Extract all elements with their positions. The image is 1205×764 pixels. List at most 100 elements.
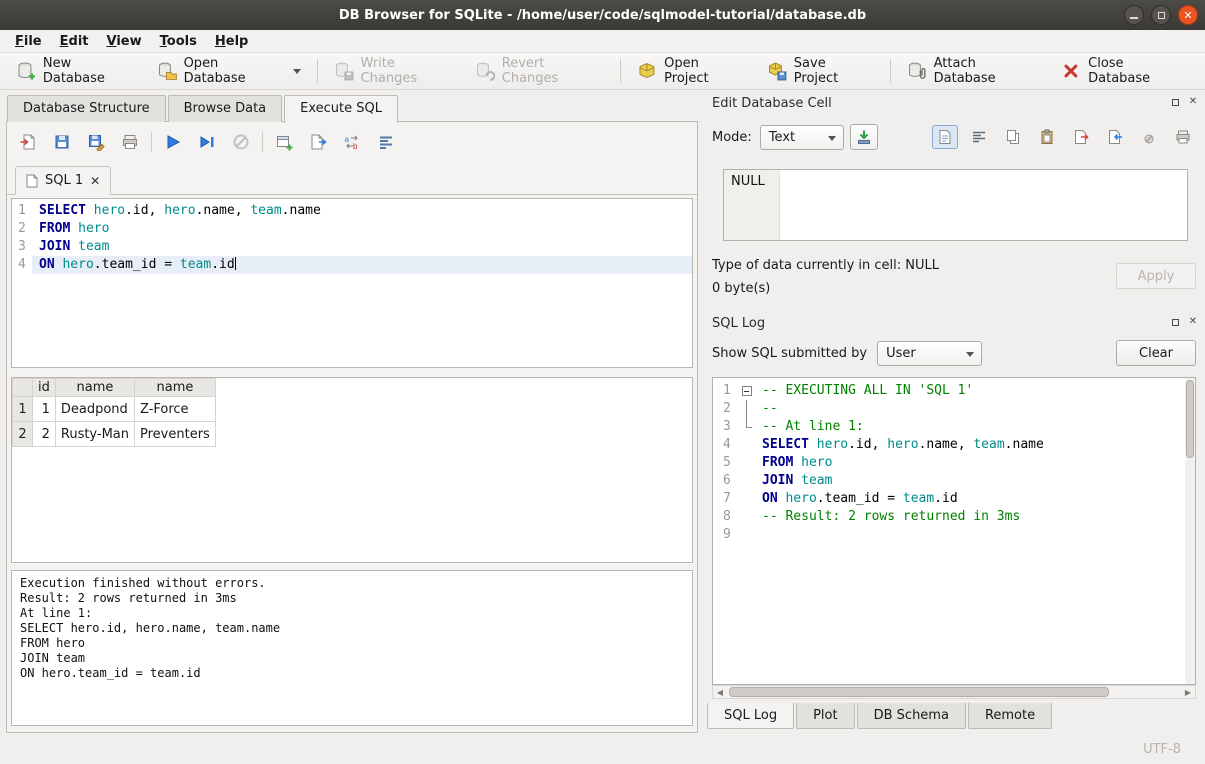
scrollbar-thumb[interactable] — [729, 687, 1109, 697]
save-project-button[interactable]: Save Project — [757, 52, 884, 90]
text-document-icon — [937, 129, 953, 145]
print-sql-button[interactable] — [117, 129, 143, 155]
revert-changes-label: Revert Changes — [502, 56, 605, 86]
stop-execution-button[interactable] — [228, 129, 254, 155]
print-cell-button[interactable] — [1170, 125, 1196, 149]
grid-corner[interactable] — [13, 379, 33, 397]
sql-tabbar: SQL 1 ✕ — [7, 166, 697, 195]
find-replace-icon: ab — [343, 133, 361, 151]
log-filter-select[interactable]: User — [877, 341, 982, 366]
tab-sql-log[interactable]: SQL Log — [707, 703, 794, 729]
word-wrap-button[interactable] — [966, 125, 992, 149]
scroll-left-icon[interactable]: ◀ — [713, 686, 727, 698]
execution-output: Execution finished without errors. Resul… — [12, 571, 692, 686]
mode-select[interactable]: Text — [760, 125, 844, 150]
cell-value-editor[interactable]: NULL — [723, 169, 1188, 241]
maximize-button[interactable] — [1151, 5, 1171, 25]
close-database-icon — [1061, 61, 1081, 81]
main-area: Database Structure Browse Data Execute S… — [0, 90, 1205, 736]
menu-tools[interactable]: Tools — [151, 32, 206, 51]
attach-database-button[interactable]: Attach Database — [897, 52, 1052, 90]
cell-id-2[interactable]: 2 — [33, 422, 56, 447]
export-cell-button[interactable] — [1068, 125, 1094, 149]
attach-database-label: Attach Database — [934, 56, 1042, 86]
format-sql-button[interactable] — [373, 129, 399, 155]
save-sql-file-as-button[interactable] — [83, 129, 109, 155]
copy-icon — [1005, 129, 1021, 145]
minimize-button[interactable] — [1124, 5, 1144, 25]
titlebar[interactable]: DB Browser for SQLite - /home/user/code/… — [0, 0, 1205, 30]
execute-all-button[interactable] — [160, 129, 186, 155]
set-null-button[interactable] — [1136, 125, 1162, 149]
menu-help[interactable]: Help — [206, 32, 257, 51]
apply-button[interactable]: Apply — [1116, 263, 1196, 289]
revert-changes-button[interactable]: Revert Changes — [465, 52, 614, 90]
tab-db-schema[interactable]: DB Schema — [857, 703, 966, 729]
save-sql-file-icon — [53, 133, 71, 151]
cell-hero-name-1[interactable]: Deadpond — [55, 397, 134, 422]
open-project-button[interactable]: Open Project — [627, 52, 757, 90]
sql-tab-1[interactable]: SQL 1 ✕ — [15, 166, 111, 195]
find-replace-button[interactable]: ab — [339, 129, 365, 155]
clear-log-button[interactable]: Clear — [1116, 340, 1196, 366]
log-vertical-scrollbar[interactable] — [1185, 378, 1195, 684]
import-cell-button[interactable] — [1102, 125, 1128, 149]
col-header-name-1[interactable]: name — [55, 379, 134, 397]
menu-view[interactable]: View — [98, 32, 151, 51]
sql-log-view[interactable]: 1-- EXECUTING ALL IN 'SQL 1'2--3-- At li… — [712, 377, 1196, 685]
close-database-button[interactable]: Close Database — [1051, 52, 1199, 90]
tab-database-structure[interactable]: Database Structure — [7, 95, 166, 122]
close-dock-icon[interactable]: ✕ — [1187, 96, 1199, 108]
tab-remote[interactable]: Remote — [968, 703, 1052, 729]
close-dock-icon[interactable]: ✕ — [1187, 316, 1199, 328]
cell-id-1[interactable]: 1 — [33, 397, 56, 422]
row-header-1[interactable]: 1 — [13, 397, 33, 422]
log-horizontal-scrollbar[interactable]: ◀ ▶ — [712, 685, 1196, 699]
open-sql-file-icon — [19, 133, 37, 151]
import-data-button[interactable] — [850, 124, 878, 150]
close-button[interactable]: ✕ — [1178, 5, 1198, 25]
tab-execute-sql[interactable]: Execute SQL — [284, 95, 398, 123]
close-database-label: Close Database — [1088, 56, 1189, 86]
output-pane: Execution finished without errors. Resul… — [11, 570, 693, 726]
new-database-icon — [16, 61, 36, 81]
cell-editor-icons — [932, 125, 1196, 149]
tab-browse-data[interactable]: Browse Data — [168, 95, 283, 122]
chevron-down-icon[interactable] — [293, 69, 301, 74]
save-sql-file-button[interactable] — [49, 129, 75, 155]
menu-file[interactable]: File — [6, 32, 51, 51]
cell-team-name-1[interactable]: Z-Force — [135, 397, 216, 422]
scroll-right-icon[interactable]: ▶ — [1181, 686, 1195, 698]
toolbar-separator — [317, 59, 318, 83]
set-null-icon — [1141, 129, 1157, 145]
float-dock-icon[interactable] — [1169, 96, 1181, 108]
write-changes-button[interactable]: Write Changes — [324, 52, 465, 90]
execute-current-line-button[interactable] — [194, 129, 220, 155]
sql-editor[interactable]: 1SELECT hero.id, hero.name, team.name2FR… — [11, 198, 693, 368]
float-dock-icon[interactable] — [1169, 316, 1181, 328]
export-results-button[interactable] — [305, 129, 331, 155]
menu-edit[interactable]: Edit — [51, 32, 98, 51]
paste-cell-button[interactable] — [1034, 125, 1060, 149]
new-tab-icon — [275, 133, 293, 151]
print-icon — [1175, 129, 1191, 145]
scrollbar-thumb[interactable] — [1186, 380, 1194, 458]
cell-hero-name-2[interactable]: Rusty-Man — [55, 422, 134, 447]
tab-plot[interactable]: Plot — [796, 703, 855, 729]
row-header-2[interactable]: 2 — [13, 422, 33, 447]
col-header-id[interactable]: id — [33, 379, 56, 397]
open-sql-file-button[interactable] — [15, 129, 41, 155]
cell-team-name-2[interactable]: Preventers — [135, 422, 216, 447]
text-view-button[interactable] — [932, 125, 958, 149]
svg-text:a: a — [345, 135, 350, 144]
open-database-button[interactable]: Open Database — [147, 52, 311, 90]
copy-cell-button[interactable] — [1000, 125, 1026, 149]
print-icon — [121, 133, 139, 151]
encoding-indicator[interactable]: UTF-8 — [1143, 742, 1181, 757]
close-tab-icon[interactable]: ✕ — [90, 174, 100, 188]
new-database-button[interactable]: New Database — [6, 52, 147, 90]
col-header-name-2[interactable]: name — [135, 379, 216, 397]
new-sql-tab-button[interactable] — [271, 129, 297, 155]
import-cell-icon — [1107, 129, 1123, 145]
toolbar-separator — [262, 132, 263, 152]
